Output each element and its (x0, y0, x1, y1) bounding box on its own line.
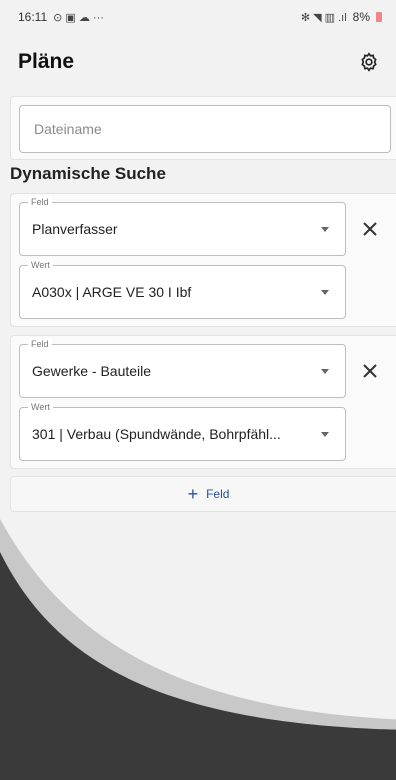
battery-percentage: 8% (352, 10, 370, 24)
filter-card-1: Feld Planverfasser Wert A030x | ARGE VE … (10, 193, 396, 327)
field-select-1[interactable]: Feld Planverfasser (19, 196, 346, 256)
field-value: Gewerke - Bauteile (32, 363, 152, 379)
signal-icons: ✻ ◥ ▥ .ıl (300, 11, 347, 24)
settings-gear-icon[interactable] (358, 51, 380, 73)
value-label: Wert (28, 259, 53, 271)
field-value: Planverfasser (32, 221, 118, 237)
battery-icon (376, 12, 382, 22)
plus-icon: + (187, 484, 199, 504)
notification-icons: ⊙ ▣ ☁ ··· (53, 11, 104, 24)
chevron-down-icon (321, 290, 329, 295)
add-field-label: Feld (206, 487, 230, 501)
status-bar: 16:11 ⊙ ▣ ☁ ··· ✻ ◥ ▥ .ıl 8% (0, 0, 396, 34)
remove-filter-button-2[interactable] (357, 358, 383, 384)
filter-card-2: Feld Gewerke - Bauteile Wert 301 | Verba… (10, 335, 396, 469)
field-label: Feld (28, 196, 52, 208)
status-right: ✻ ◥ ▥ .ıl 8% (301, 10, 382, 24)
dynamic-search-title: Dynamische Suche (10, 164, 166, 183)
filename-card (10, 96, 396, 160)
status-time: 16:11 (18, 10, 48, 24)
remove-filter-button-1[interactable] (357, 216, 383, 242)
page-title: Pläne (18, 50, 75, 73)
filename-field[interactable] (19, 105, 391, 153)
chevron-down-icon (321, 369, 329, 374)
value-select-2[interactable]: Wert 301 | Verbau (Spundwände, Bohrpfähl… (19, 401, 346, 461)
add-field-button[interactable]: + Feld (10, 476, 396, 512)
status-left: 16:11 ⊙ ▣ ☁ ··· (18, 10, 104, 24)
value-label: Wert (28, 401, 53, 413)
chevron-down-icon (321, 227, 329, 232)
close-icon (363, 364, 377, 378)
value-value: A030x | ARGE VE 30 I Ibf (32, 284, 192, 300)
field-select-2[interactable]: Feld Gewerke - Bauteile (19, 338, 346, 398)
chevron-down-icon (321, 432, 329, 437)
field-label: Feld (28, 338, 52, 350)
filename-input[interactable] (32, 120, 366, 138)
close-icon (363, 222, 377, 236)
app-header: Pläne (0, 42, 396, 82)
value-value: 301 | Verbau (Spundwände, Bohrpfähl... (32, 426, 281, 442)
value-select-1[interactable]: Wert A030x | ARGE VE 30 I Ibf (19, 259, 346, 319)
